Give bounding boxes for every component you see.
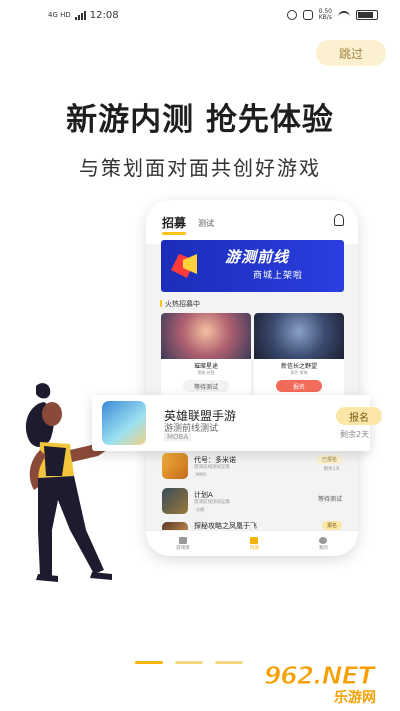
page-indicator (135, 661, 243, 664)
list-item[interactable]: 代号：多米诺 游测前线测试征集 MMO 已报名 剩余1天 (156, 449, 348, 487)
status-time: 12:08 (89, 10, 119, 21)
logo-sub-text: 乐游网 (334, 690, 376, 706)
game-card-button[interactable]: 等待测试 (183, 380, 229, 392)
list-item[interactable]: 计划A 游测前线测试征集 卡牌 等待测试 (156, 484, 348, 522)
game-card-tags: 策略 经营 (197, 370, 215, 375)
battery-icon (356, 10, 378, 20)
user-icon (319, 536, 328, 544)
game-card-title: 新信长之野望 (280, 363, 317, 370)
page-dot[interactable] (215, 661, 243, 664)
list-item-status[interactable]: 报名 (321, 521, 342, 530)
nav-profile[interactable]: 我的 (318, 536, 328, 551)
megaphone-icon (171, 254, 197, 278)
tab-test[interactable]: 测试 (198, 218, 214, 229)
featured-game-card[interactable]: 英雄联盟手游 游测前线测试 MOBA 报名 剩余2天 (92, 395, 382, 451)
network-speed: 0.50 KB/s (318, 8, 332, 21)
page-dot-active[interactable] (135, 661, 163, 664)
game-card[interactable]: 璀璨星途 策略 经营 等待测试 (161, 313, 251, 399)
section-title: 火热招募中 (160, 299, 200, 309)
game-card-button[interactable]: 报名 (276, 380, 322, 392)
nav-label: 游戏库 (176, 545, 190, 551)
page-dot[interactable] (175, 661, 203, 664)
list-item-remaining: 剩余1天 (323, 467, 340, 472)
list-item-subtitle: 游测前线测试征集 (194, 500, 230, 505)
list-item-tag: MMO (194, 472, 209, 477)
game-icon (102, 401, 146, 445)
skip-button[interactable]: 跳过 (316, 40, 386, 66)
banner-subtitle: 商城上架啦 (253, 271, 304, 281)
network-indicator: 4G HD (48, 11, 71, 19)
game-card[interactable]: 新信长之野望 角色 策略 报名 (254, 313, 344, 399)
status-bar: 4G HD 12:08 0.50 KB/s (0, 0, 400, 32)
do-not-disturb-icon (302, 10, 313, 20)
list-item-tag: 卡牌 (194, 507, 206, 513)
logo-main-text: 962.NET (264, 661, 376, 691)
phone-mockup: 招募 测试 游测前线 商城上架啦 火热招募中 璀璨星途 策略 经营 等待测试 新… (146, 200, 358, 556)
nav-game-library[interactable]: 游戏库 (176, 536, 190, 551)
signal-icon (74, 11, 86, 20)
signup-button[interactable]: 报名 (336, 407, 382, 425)
list-item-status[interactable]: 等待测试 (318, 494, 342, 503)
featured-game-tag: MOBA (164, 433, 192, 441)
game-card-image (254, 313, 344, 359)
status-left: 4G HD 12:08 (48, 10, 119, 21)
headline: 新游内测 抢先体验 (66, 102, 334, 138)
tab-indicator (162, 232, 186, 235)
tab-recruit[interactable]: 招募 (162, 214, 186, 231)
nav-beta[interactable]: 内测 (249, 536, 259, 551)
banner-title: 游测前线 (225, 248, 290, 266)
list-item-subtitle: 游测前线测试征集 (194, 465, 230, 470)
game-card-tags: 角色 策略 (290, 370, 308, 375)
home-icon (178, 536, 187, 544)
nav-label: 内测 (249, 545, 259, 551)
remaining-days: 剩余2天 (340, 430, 370, 439)
bell-icon[interactable] (334, 214, 344, 226)
subheadline: 与策划面对面共创好游戏 (79, 156, 321, 180)
list-item-status[interactable]: 已报名 (316, 455, 342, 464)
phone-header: 招募 测试 (146, 200, 358, 244)
game-icon (162, 488, 188, 514)
bottom-nav: 游戏库 内测 我的 (146, 530, 358, 556)
game-card-image (161, 313, 251, 359)
nav-label: 我的 (318, 545, 328, 551)
alarm-icon (286, 10, 297, 20)
gamepad-icon (250, 536, 259, 544)
promo-banner[interactable]: 游测前线 商城上架啦 (161, 240, 344, 292)
game-card-title: 璀璨星途 (193, 363, 218, 370)
watermark-logo: 962.NET 乐游网 (264, 661, 394, 707)
game-icon (162, 453, 188, 479)
wifi-icon (338, 11, 350, 19)
status-right: 0.50 KB/s (286, 8, 378, 21)
